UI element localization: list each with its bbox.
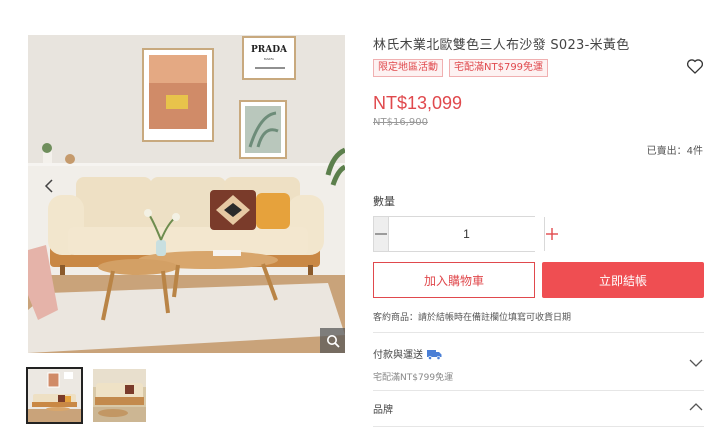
divider xyxy=(373,332,704,333)
promo-tag-region[interactable]: 限定地區活動 xyxy=(373,59,443,77)
product-info-panel: 林氏木業北歐雙色三人布沙發 S023-米黃色 限定地區活動 宅配滿NT$799免… xyxy=(373,0,705,433)
thumbnail-1[interactable] xyxy=(26,367,83,424)
add-to-cart-button[interactable]: 加入購物車 xyxy=(373,262,535,298)
reservation-note: 客約商品：請於結帳時在備註欄位填寫可收貨日期 xyxy=(373,313,572,323)
thumbnail-2[interactable] xyxy=(91,367,148,424)
divider xyxy=(373,390,704,391)
thumbnail-image xyxy=(93,369,146,422)
sold-count: 已賣出：4件 xyxy=(646,146,703,157)
quantity-stepper xyxy=(373,216,558,252)
original-price: NT$16,900 xyxy=(373,117,428,128)
promo-tag-shipping[interactable]: 宅配滿NT$799免運 xyxy=(449,59,549,77)
wishlist-button[interactable] xyxy=(685,56,705,76)
quantity-decrease-button[interactable] xyxy=(374,217,389,251)
payment-shipping-title: 付款與運送 xyxy=(373,350,423,361)
chevron-down-icon[interactable] xyxy=(689,358,703,368)
heart-outline-icon xyxy=(686,59,704,74)
quantity-input[interactable] xyxy=(389,217,544,251)
plus-icon xyxy=(546,228,558,240)
poster-brand: PRADA xyxy=(251,45,288,55)
chevron-left-icon xyxy=(44,179,53,193)
previous-image-button[interactable] xyxy=(38,175,60,197)
buy-now-button[interactable]: 立即結帳 xyxy=(542,262,704,298)
thumbnail-image xyxy=(28,369,81,422)
divider xyxy=(373,426,704,427)
payment-shipping-header[interactable]: 付款與運送 xyxy=(373,346,442,361)
product-main-image[interactable]: PRADA MARFA xyxy=(28,35,345,353)
sofa-room-photo: PRADA MARFA xyxy=(28,35,345,353)
payment-shipping-subtitle: 宅配滿NT$799免運 xyxy=(373,373,454,383)
promo-tags: 限定地區活動 宅配滿NT$799免運 xyxy=(373,59,549,77)
delivery-truck-icon xyxy=(427,349,442,360)
brand-title: 品牌 xyxy=(373,405,393,416)
quantity-label: 數量 xyxy=(373,195,395,208)
minus-icon xyxy=(375,233,387,235)
zoom-button[interactable] xyxy=(320,328,345,353)
chevron-up-icon[interactable] xyxy=(689,402,703,412)
sale-price: NT$13,099 xyxy=(373,93,463,113)
quantity-increase-button[interactable] xyxy=(544,217,559,251)
product-title: 林氏木業北歐雙色三人布沙發 S023-米黃色 xyxy=(373,38,630,53)
thumbnail-list xyxy=(26,367,148,424)
magnifier-icon xyxy=(326,334,340,348)
poster-sub: MARFA xyxy=(264,57,275,61)
brand-header[interactable]: 品牌 xyxy=(373,401,393,416)
